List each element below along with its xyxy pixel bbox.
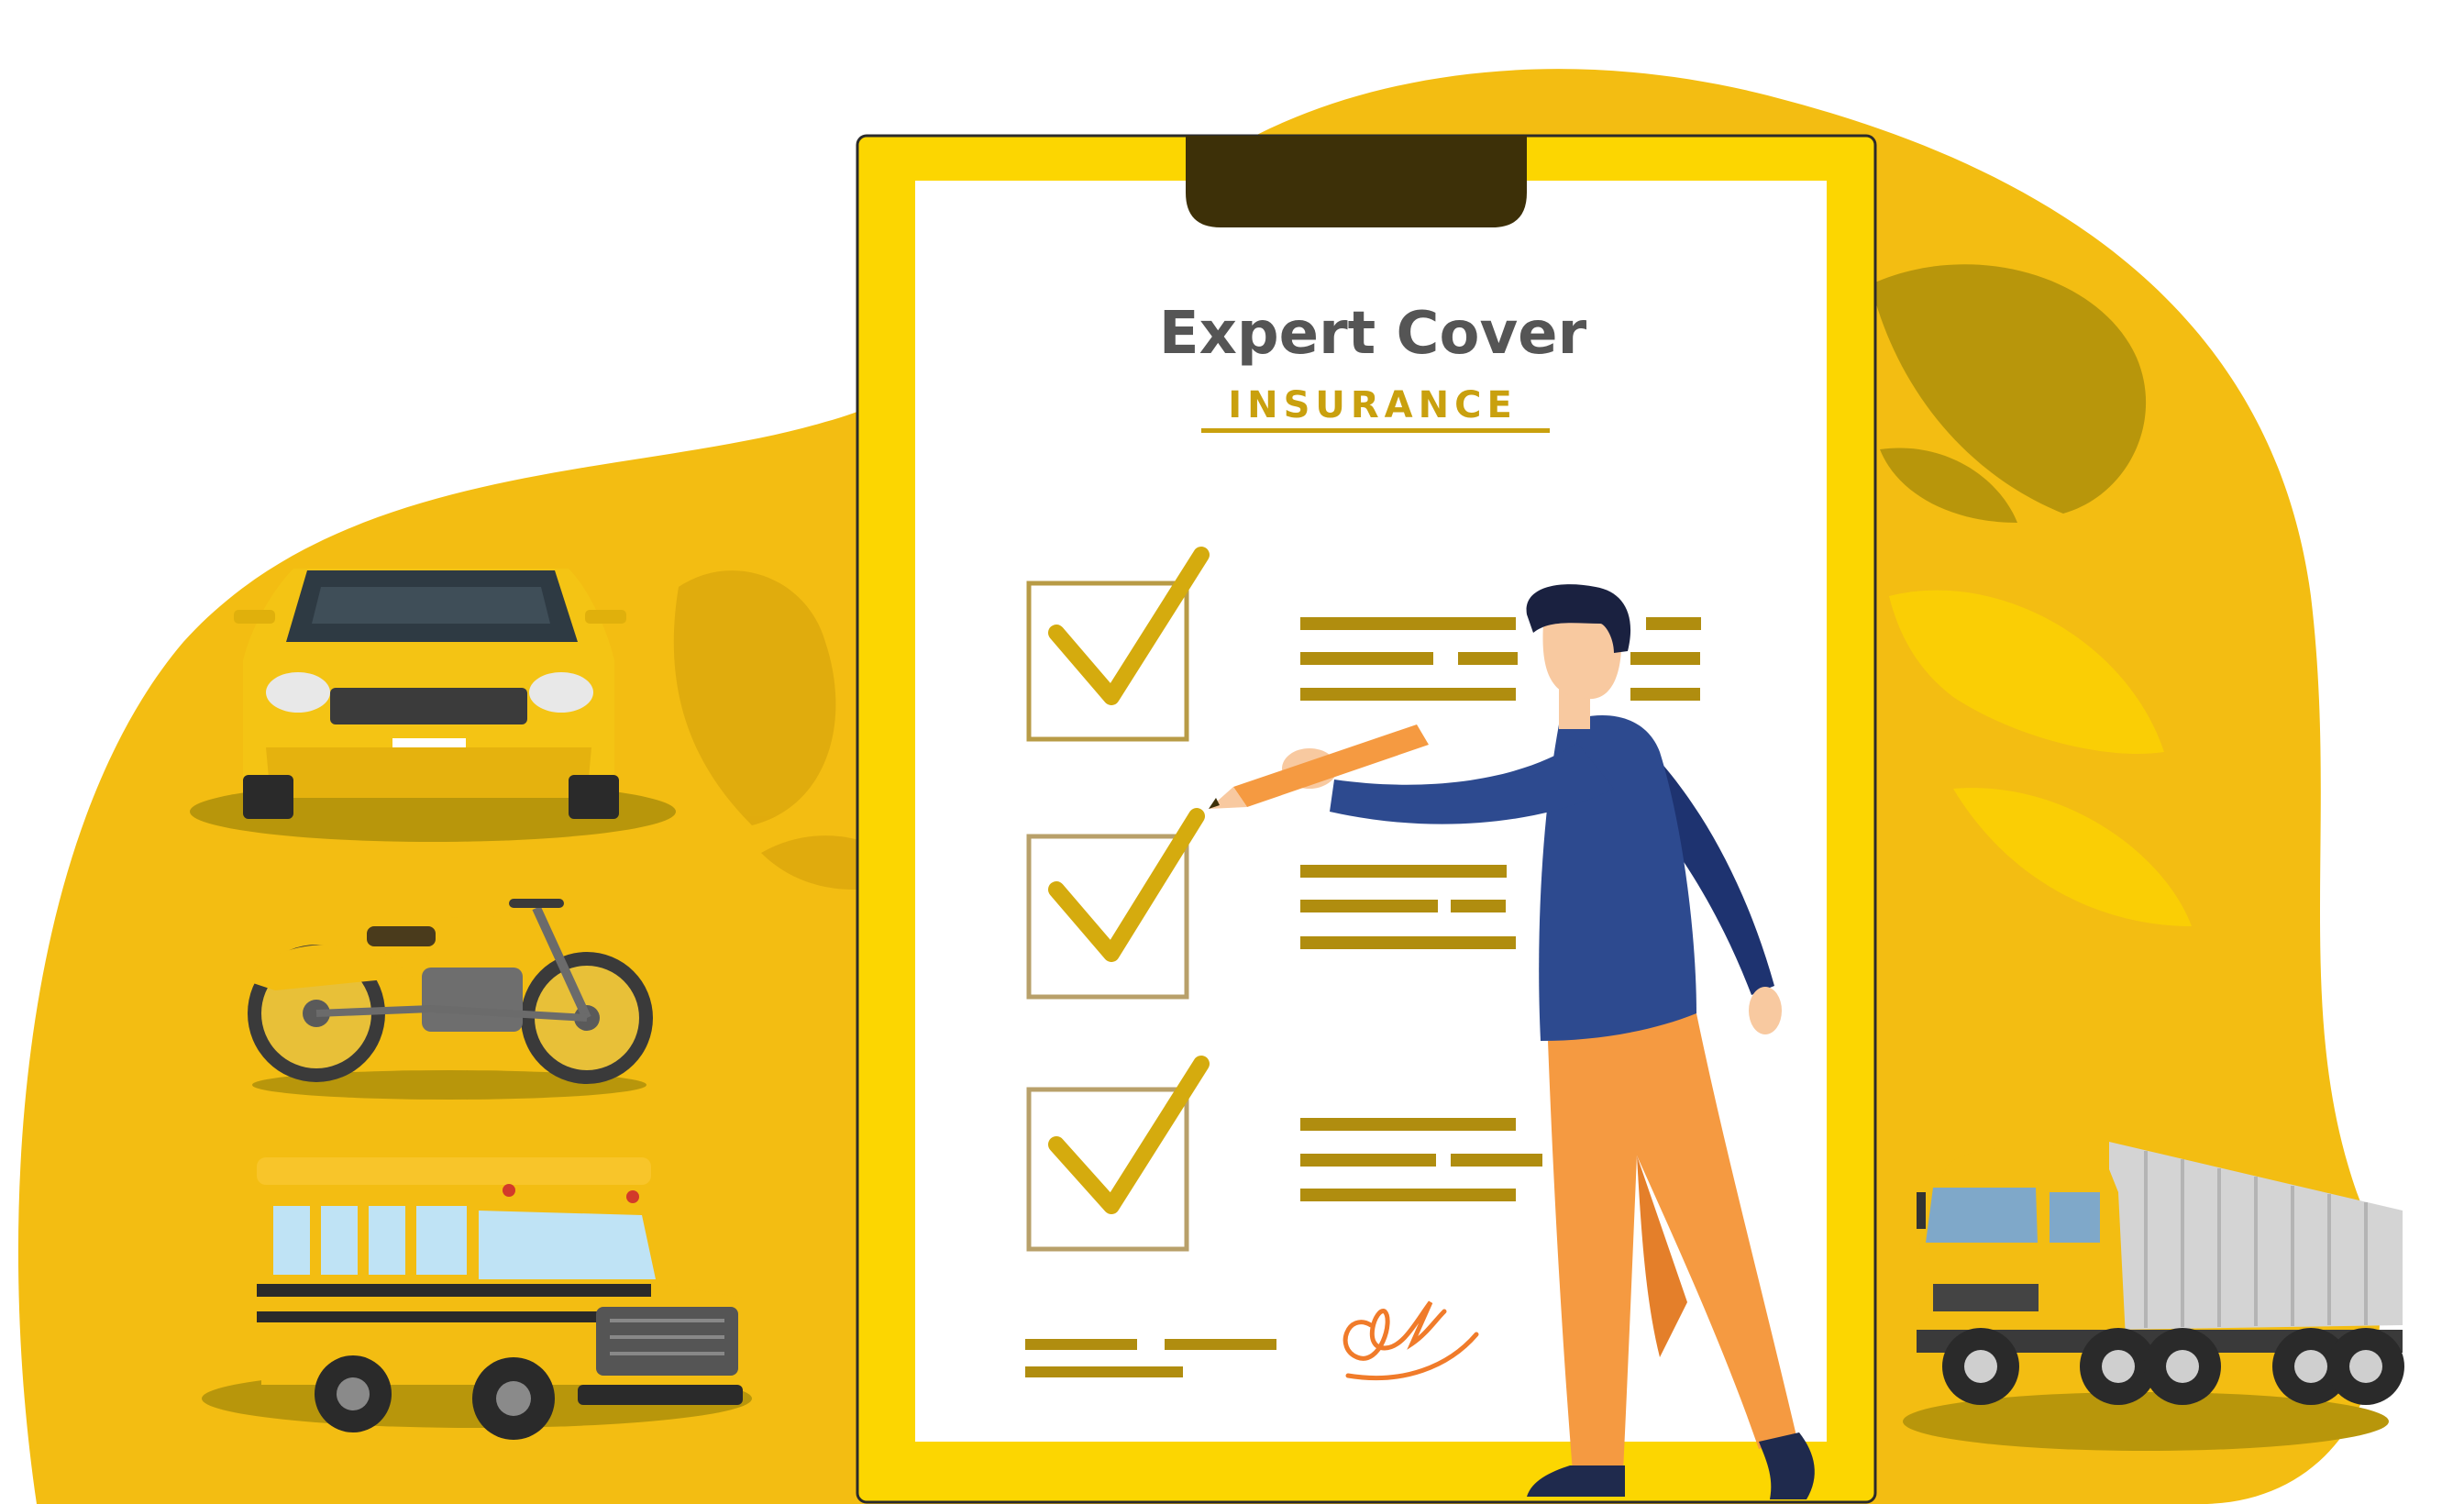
text-lines xyxy=(1300,1118,1542,1201)
document-subtitle: INSURANCE xyxy=(1228,384,1518,426)
document-title: Expert Cover xyxy=(1159,300,1587,368)
title-underline xyxy=(1201,428,1550,433)
insurance-illustration: Expert Cover INSURANCE xyxy=(18,69,2404,1504)
clipboard-clip xyxy=(1186,136,1527,227)
text-lines xyxy=(1300,865,1516,949)
